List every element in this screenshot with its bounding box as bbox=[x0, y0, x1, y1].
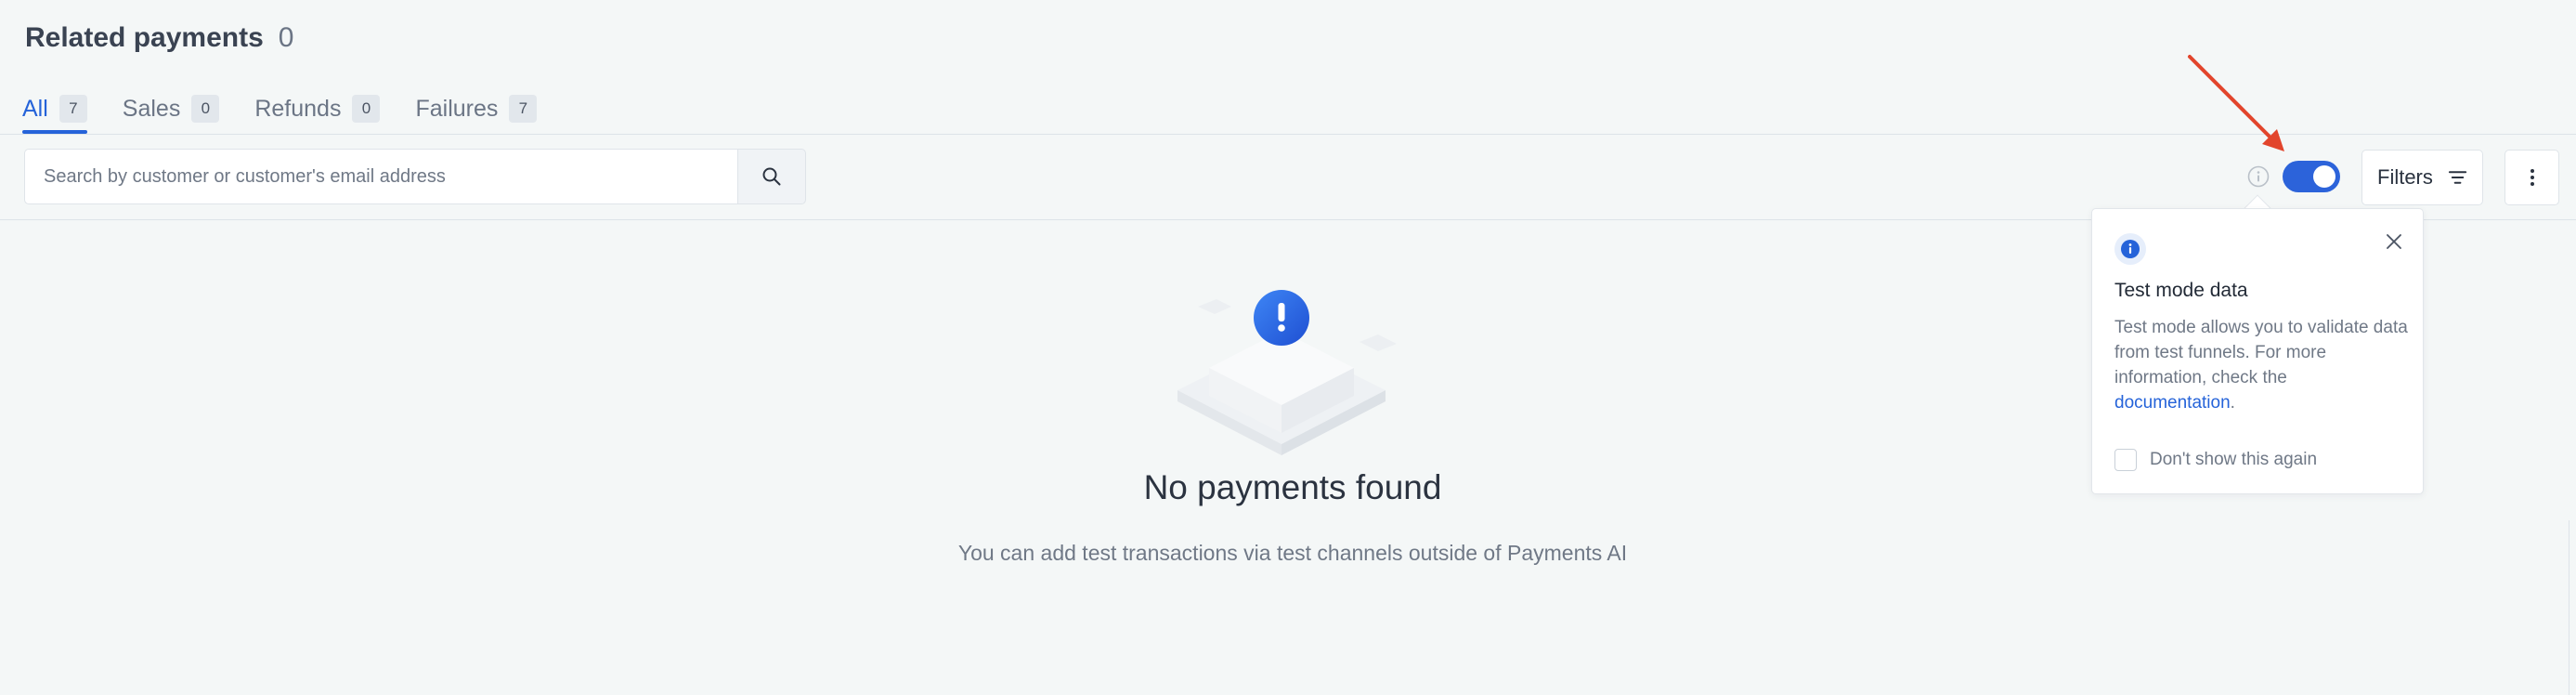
test-mode-popover: Test mode data Test mode allows you to v… bbox=[2091, 208, 2424, 494]
close-icon[interactable] bbox=[2384, 231, 2404, 252]
empty-state-illustration bbox=[1177, 290, 1397, 455]
search-bar bbox=[24, 149, 806, 204]
popover-description: Test mode allows you to validate data fr… bbox=[2114, 315, 2410, 415]
empty-state-subtitle: You can add test transactions via test c… bbox=[957, 541, 1628, 565]
tab-label: Failures bbox=[415, 95, 499, 122]
info-icon[interactable] bbox=[2247, 165, 2270, 188]
filter-icon bbox=[2448, 171, 2467, 184]
tab-label: Refunds bbox=[254, 95, 342, 122]
tab-count-badge: 7 bbox=[59, 95, 87, 123]
more-vertical-icon bbox=[2530, 169, 2534, 186]
page: Related payments 0 All 7 Sales 0 Refunds… bbox=[0, 0, 2576, 695]
page-header: Related payments 0 bbox=[25, 22, 293, 54]
tab-sales[interactable]: Sales 0 bbox=[123, 85, 220, 132]
tab-count-badge: 7 bbox=[509, 95, 538, 123]
documentation-link[interactable]: documentation bbox=[2114, 393, 2231, 413]
search-input[interactable] bbox=[24, 149, 737, 204]
tab-label: All bbox=[22, 95, 48, 122]
filters-label: Filters bbox=[2377, 165, 2433, 189]
tab-label: Sales bbox=[122, 95, 181, 122]
test-mode-toggle[interactable] bbox=[2283, 161, 2340, 192]
info-icon bbox=[2114, 233, 2146, 265]
dont-show-again-label: Don't show this again bbox=[2150, 450, 2318, 469]
toggle-knob bbox=[2313, 165, 2335, 188]
page-title-count: 0 bbox=[278, 22, 294, 53]
search-icon bbox=[762, 167, 781, 186]
more-options-button[interactable] bbox=[2504, 150, 2559, 205]
tab-bar: All 7 Sales 0 Refunds 0 Failures 7 bbox=[22, 85, 572, 134]
tab-count-badge: 0 bbox=[352, 95, 381, 123]
tab-refunds[interactable]: Refunds 0 bbox=[254, 85, 381, 132]
tab-all[interactable]: All 7 bbox=[22, 85, 87, 134]
empty-state-title: No payments found bbox=[1143, 468, 1442, 506]
tab-count-badge: 0 bbox=[191, 95, 220, 123]
tab-failures[interactable]: Failures 7 bbox=[415, 85, 538, 132]
scrollbar-edge bbox=[2569, 520, 2576, 695]
annotation-arrow-icon bbox=[2188, 55, 2284, 151]
popover-text-end: . bbox=[2230, 393, 2235, 413]
page-title: Related payments bbox=[25, 22, 264, 53]
filters-button[interactable]: Filters bbox=[2361, 150, 2483, 205]
popover-title: Test mode data bbox=[2114, 280, 2248, 301]
popover-text: Test mode allows you to validate data fr… bbox=[2114, 318, 2408, 387]
search-button[interactable] bbox=[737, 149, 806, 204]
